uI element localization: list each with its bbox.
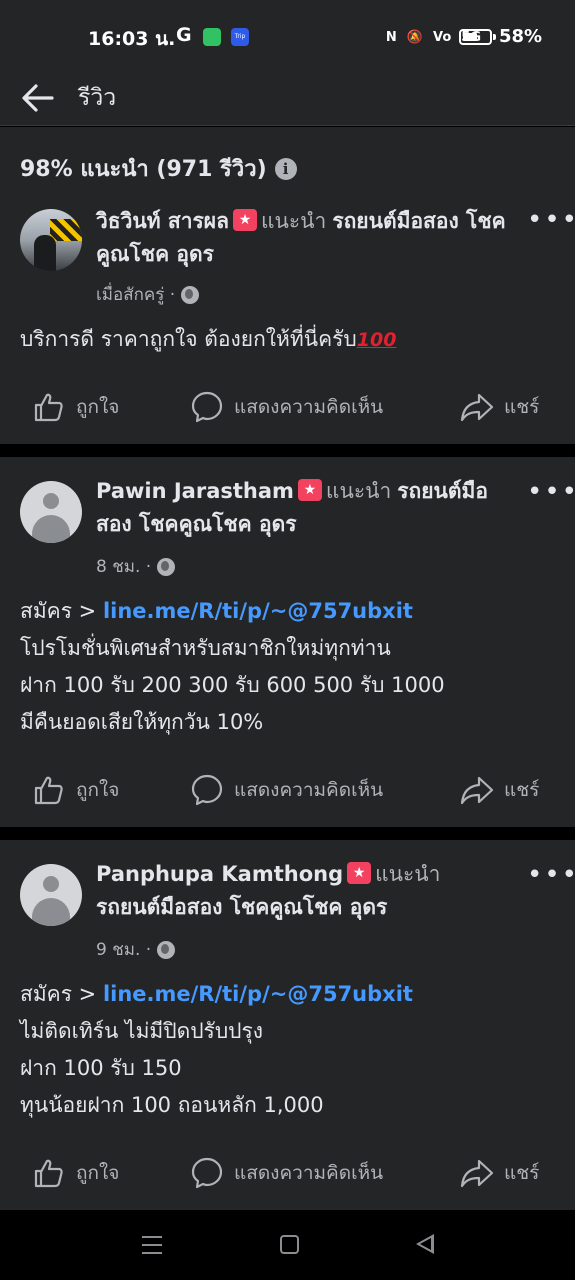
recent-apps-icon[interactable] (142, 1236, 162, 1254)
hundred-points-icon: 100 (356, 329, 397, 351)
recommend-label: แนะนำ (260, 209, 327, 233)
line-link[interactable]: line.me/R/ti/p/~@757ubxit (103, 599, 413, 623)
thumbs-up-icon (34, 393, 63, 422)
summary-text: 98% แนะนำ (971 รีวิว) (20, 157, 267, 182)
globe-icon (181, 285, 200, 304)
comment-bubble-icon (191, 391, 223, 423)
review-text: บริการดี ราคาถูกใจ ต้องยกให้ที่นี่ครับ10… (20, 321, 560, 359)
review-header: Pawin Jarasthamแนะนำรถยนต์มือสอง โชคคูณโ… (96, 475, 506, 541)
review-text: สมัคร > line.me/R/ti/p/~@757ubxit ไม่ติด… (20, 976, 560, 1124)
share-button[interactable]: แชร์ (460, 1153, 539, 1193)
clock: 16:03 น. (88, 28, 176, 50)
like-button[interactable]: ถูกใจ (32, 387, 119, 427)
timestamp[interactable]: 8 ชม. · (96, 553, 151, 580)
recommend-badge-icon (347, 862, 372, 884)
review-line: ไม่ติดเทิร์น ไม่มีปิดปรับปรุง (20, 1019, 264, 1043)
google-icon: G (176, 24, 192, 46)
comment-bubble-icon (191, 1157, 223, 1189)
mute-icon: 🔕 (406, 29, 423, 45)
comment-button[interactable]: แสดงความคิดเห็น (190, 1153, 383, 1193)
avatar[interactable] (20, 481, 82, 543)
more-options-icon[interactable]: ••• (527, 479, 575, 505)
like-label: ถูกใจ (76, 396, 120, 418)
more-options-icon[interactable]: ••• (527, 207, 575, 233)
action-bar: ถูกใจ แสดงความคิดเห็น แชร์ (0, 770, 575, 810)
like-button[interactable]: ถูกใจ (32, 770, 119, 810)
globe-icon (157, 557, 176, 576)
signup-prefix: สมัคร > (20, 599, 103, 623)
review-line: สมัคร > line.me/R/ti/p/~@757ubxit (20, 593, 560, 630)
volte-icon: Vo (433, 29, 452, 45)
signup-prefix: สมัคร > (20, 982, 103, 1006)
review-card: 98% แนะนำ (971 รีวิว) i วิธวินท์ สารผล แน… (0, 127, 575, 444)
review-line: บริการดี ราคาถูกใจ ต้องยกให้ที่นี่ครับ (20, 327, 357, 351)
author-name[interactable]: Panphupa Kamthong (96, 862, 343, 886)
share-arrow-icon (460, 1159, 494, 1188)
author-name[interactable]: Pawin Jarastham (96, 479, 294, 503)
nfc-icon: N (385, 29, 397, 45)
thumbs-up-icon (34, 776, 63, 805)
like-label: ถูกใจ (76, 779, 120, 801)
recommend-label: แนะนำ (325, 479, 392, 503)
thumbs-up-icon (34, 1159, 63, 1188)
page-name[interactable]: รถยนต์มือสอง โชคคูณโชค อุดร (96, 895, 387, 919)
trip-app-icon: Trip (231, 28, 249, 46)
review-header: วิธวินท์ สารผลแนะนำรถยนต์มือสอง โชคคูณโช… (96, 205, 506, 271)
recommend-label: แนะนำ (375, 862, 441, 886)
action-bar: ถูกใจ แสดงความคิดเห็น แชร์ (0, 1153, 575, 1193)
like-button[interactable]: ถูกใจ (32, 1153, 119, 1193)
status-bar: 16:03 น. G Trip N 🔕 Vo 5G 58% (0, 0, 575, 70)
page-title: รีวิว (78, 85, 117, 111)
action-bar: ถูกใจ แสดงความคิดเห็น แชร์ (0, 387, 575, 427)
review-card: Pawin Jarasthamแนะนำรถยนต์มือสอง โชคคูณโ… (0, 457, 575, 827)
review-line: ฝาก 100 รับ 150 (20, 1056, 182, 1080)
globe-icon (157, 940, 176, 959)
share-button[interactable]: แชร์ (460, 387, 539, 427)
like-label: ถูกใจ (76, 1162, 120, 1184)
timestamp[interactable]: 9 ชม. · (96, 936, 151, 963)
comment-button[interactable]: แสดงความคิดเห็น (190, 387, 383, 427)
back-arrow-icon[interactable] (20, 80, 56, 116)
messages-app-icon (203, 28, 221, 46)
system-back-icon[interactable] (416, 1234, 434, 1254)
avatar[interactable] (20, 209, 82, 271)
battery-percent: 58% (499, 26, 543, 47)
post-meta: เมื่อสักครู่ · (96, 281, 200, 308)
home-icon[interactable] (280, 1235, 299, 1254)
review-line: มีคืนยอดเสียให้ทุกวัน 10% (20, 710, 264, 734)
comment-label: แสดงความคิดเห็น (234, 396, 384, 418)
review-card: Panphupa Kamthong แนะนำรถยนต์มือสอง โชคคู… (0, 840, 575, 1210)
review-line: ทุนน้อยฝาก 100 ถอนหลัก 1,000 (20, 1093, 324, 1117)
comment-bubble-icon (191, 774, 223, 806)
share-arrow-icon (460, 776, 494, 805)
share-arrow-icon (460, 393, 494, 422)
recommend-badge-icon (232, 209, 257, 231)
author-name[interactable]: วิธวินท์ สารผล (96, 209, 229, 233)
line-link[interactable]: line.me/R/ti/p/~@757ubxit (103, 982, 413, 1006)
battery-icon (459, 29, 492, 45)
share-label: แชร์ (504, 1162, 540, 1184)
share-label: แชร์ (504, 779, 540, 801)
comment-label: แสดงความคิดเห็น (234, 779, 384, 801)
comment-label: แสดงความคิดเห็น (234, 1162, 384, 1184)
timestamp[interactable]: เมื่อสักครู่ · (96, 281, 175, 308)
avatar[interactable] (20, 864, 82, 926)
recommend-badge-icon (297, 479, 322, 501)
recommend-summary: 98% แนะนำ (971 รีวิว) i (20, 151, 297, 186)
review-header: Panphupa Kamthong แนะนำรถยนต์มือสอง โชคคู… (96, 858, 506, 924)
review-line: ฝาก 100 รับ 200 300 รับ 600 500 รับ 1000 (20, 673, 445, 697)
share-button[interactable]: แชร์ (460, 770, 539, 810)
info-icon[interactable]: i (274, 157, 297, 180)
review-text: สมัคร > line.me/R/ti/p/~@757ubxit โปรโมช… (20, 593, 560, 741)
share-label: แชร์ (504, 396, 540, 418)
comment-button[interactable]: แสดงความคิดเห็น (190, 770, 383, 810)
more-options-icon[interactable]: ••• (527, 862, 575, 888)
top-nav: รีวิว (0, 70, 575, 126)
post-meta: 8 ชม. · (96, 553, 176, 580)
post-meta: 9 ชม. · (96, 936, 176, 963)
review-line: โปรโมชั่นพิเศษสำหรับสมาชิกใหม่ทุกท่าน (20, 636, 391, 660)
review-line: สมัคร > line.me/R/ti/p/~@757ubxit (20, 976, 560, 1013)
system-nav-bar (0, 1210, 575, 1280)
